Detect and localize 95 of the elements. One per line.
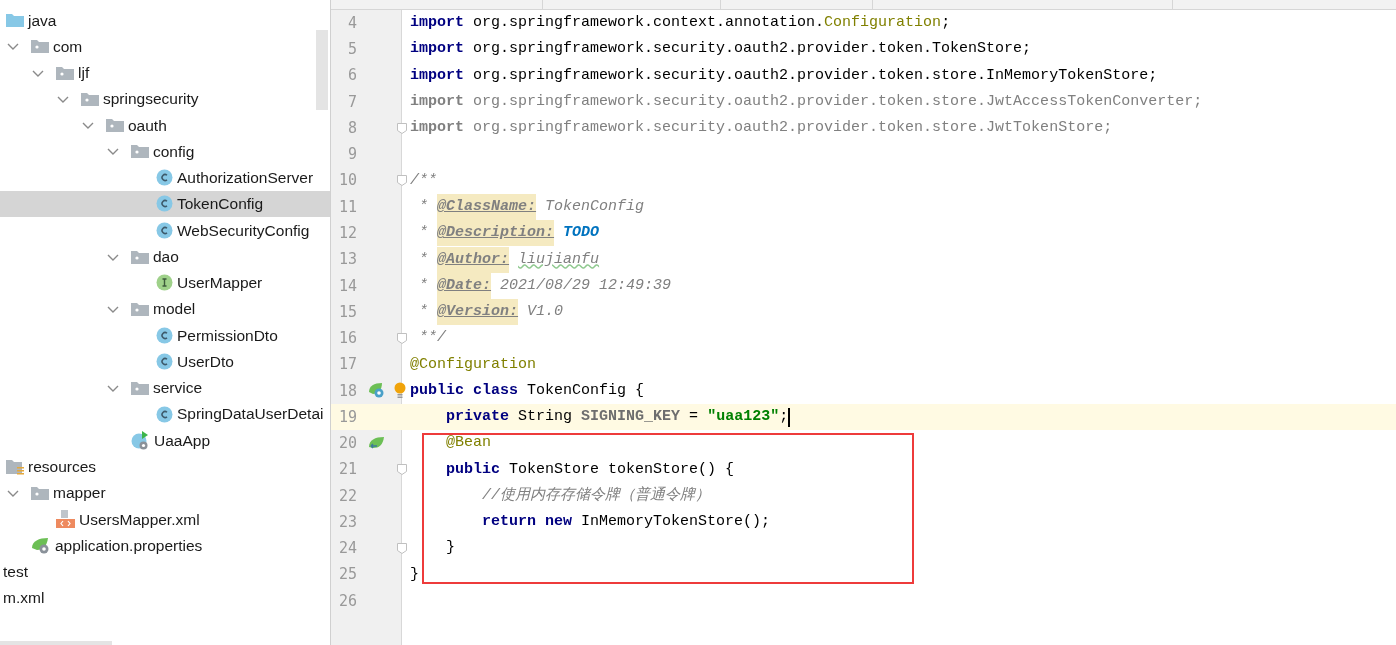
line-number: 22 <box>337 485 357 507</box>
fold-marker-icon[interactable] <box>397 464 407 476</box>
line-number: 8 <box>346 117 357 139</box>
line-number: 16 <box>337 328 357 350</box>
bean-icon[interactable] <box>367 382 385 400</box>
line-number: 11 <box>337 196 357 218</box>
tree-item[interactable]: service <box>0 374 330 401</box>
tree-item[interactable]: ljf <box>0 59 330 86</box>
line-number: 5 <box>346 39 357 61</box>
tree-item[interactable]: test <box>0 558 330 585</box>
class-icon <box>156 353 173 371</box>
code-line: private String SIGNING_KEY = "uaa123"; <box>445 406 791 429</box>
tree-item[interactable]: config <box>0 138 330 165</box>
line-number: 4 <box>346 12 357 34</box>
tree-item[interactable]: application.properties <box>0 532 330 559</box>
code-line: import org.springframework.security.oauth2.provider.token.store.JwtTokenStore; <box>410 118 1113 139</box>
code-line: * @Author: liujianfu <box>410 246 600 273</box>
code-line: public class TokenConfig { <box>410 380 645 401</box>
code-editor[interactable] <box>331 10 1396 645</box>
line-number: 21 <box>337 459 357 481</box>
class-icon <box>156 169 173 187</box>
tree-item[interactable]: WebSecurityConfig <box>0 217 330 244</box>
code-line: * @ClassName: TokenConfig <box>410 194 645 220</box>
line-number: 7 <box>346 91 357 113</box>
code-line: import org.springframework.security.oauth2.provider.token.store.InMemoryTokenStore; <box>410 65 1158 86</box>
line-number: 26 <box>337 590 357 612</box>
tree-item[interactable]: dao <box>0 243 330 270</box>
folder-icon <box>131 144 149 159</box>
code-line: * @Date: 2021/08/29 12:49:39 <box>410 272 672 299</box>
tree-item[interactable]: com <box>0 33 330 60</box>
code-line: import org.springframework.security.oauth2.provider.token.store.JwtAccessTokenConverter; <box>410 91 1203 112</box>
code-line: public TokenStore tokenStore() { <box>445 459 735 480</box>
code-line: return new InMemoryTokenStore(); <box>481 512 771 533</box>
code-line: //使用内存存储令牌（普通令牌） <box>481 485 711 506</box>
lightbulb-icon[interactable] <box>394 381 406 398</box>
class-icon <box>156 221 173 239</box>
folder-icon <box>31 39 49 54</box>
tree-item[interactable]: UsersMapper.xml <box>0 506 330 533</box>
resources-folder-icon <box>6 458 24 475</box>
line-number: 19 <box>337 406 357 428</box>
line-number: 24 <box>337 538 357 560</box>
tree-item[interactable]: oauth <box>0 112 330 139</box>
tree-item[interactable]: m.xml <box>0 584 330 612</box>
code-line: } <box>445 538 456 559</box>
line-number: 23 <box>337 511 357 533</box>
code-line: **/ <box>418 328 447 349</box>
line-number: 25 <box>337 564 357 586</box>
line-number: 14 <box>337 275 357 297</box>
folder-icon <box>131 249 149 264</box>
code-line: } <box>410 564 419 585</box>
tree-item[interactable]: AuthorizationServer <box>0 164 330 191</box>
tree-item[interactable]: mapper <box>0 479 330 507</box>
folder-icon <box>106 118 124 133</box>
line-number: 12 <box>337 223 357 244</box>
code-line: /** <box>410 170 437 191</box>
tree-item[interactable]: SpringDataUserDetai <box>0 401 330 428</box>
tree-item[interactable]: UserDto <box>0 348 330 375</box>
tree-item[interactable]: UserMapper <box>0 269 330 296</box>
tree-item[interactable]: springsecurity <box>0 85 330 113</box>
fold-marker-icon[interactable] <box>397 122 407 134</box>
xml-file-icon <box>56 510 75 529</box>
code-line: @Bean <box>445 433 492 454</box>
line-number: 6 <box>346 65 357 87</box>
line-number: 10 <box>337 170 357 192</box>
folder-icon <box>81 91 99 106</box>
code-line: import org.springframework.context.annotation.Configuration; <box>410 13 951 34</box>
tree-item[interactable]: java <box>0 7 330 34</box>
properties-file-icon <box>31 536 51 555</box>
folder-icon <box>6 13 24 28</box>
folder-icon <box>56 65 74 80</box>
class-icon <box>156 326 173 344</box>
scrollbar[interactable] <box>316 30 328 110</box>
line-number: 18 <box>337 380 357 402</box>
class-icon <box>156 195 173 213</box>
line-number: 13 <box>337 249 357 271</box>
tree-item[interactable]: resources <box>0 453 330 480</box>
code-line: import org.springframework.security.oauth2.provider.token.TokenStore; <box>410 39 1032 60</box>
fold-marker-icon[interactable] <box>397 542 407 554</box>
fold-marker-icon[interactable] <box>397 332 407 344</box>
class-icon <box>156 405 173 423</box>
tree-item[interactable]: UaaApp <box>0 427 330 454</box>
line-number: 9 <box>346 144 357 166</box>
code-line: @Configuration <box>410 354 537 375</box>
tree-item[interactable]: PermissionDto <box>0 322 330 349</box>
folder-icon <box>131 302 149 317</box>
tree-item[interactable]: model <box>0 295 330 323</box>
interface-icon <box>156 274 173 292</box>
line-number: 20 <box>337 433 357 455</box>
folder-icon <box>131 380 149 395</box>
folder-icon <box>31 485 49 500</box>
run-class-icon <box>131 430 150 450</box>
line-number: 17 <box>337 354 357 376</box>
tree-item[interactable]: TokenConfig <box>0 190 330 218</box>
line-number: 15 <box>337 301 357 323</box>
fold-marker-icon[interactable] <box>397 175 407 187</box>
